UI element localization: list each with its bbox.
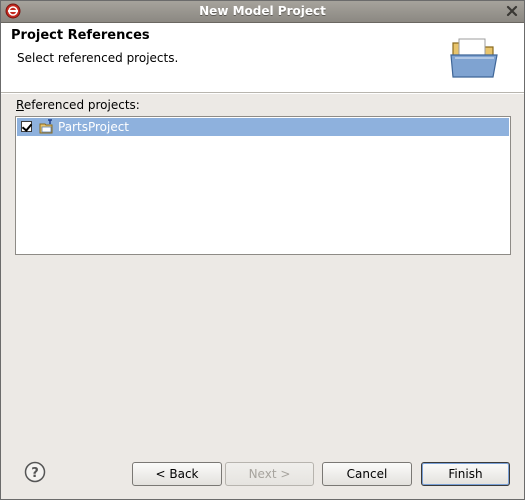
page-description: Select referenced projects. (17, 51, 179, 65)
close-icon[interactable] (504, 3, 520, 19)
title-bar: New Model Project (1, 1, 524, 23)
help-icon[interactable]: ? (24, 461, 46, 483)
wizard-header: Project References Select referenced pro… (1, 23, 524, 93)
dialog-window: New Model Project Project References Sel… (0, 0, 525, 500)
page-title: Project References (11, 28, 150, 43)
referenced-projects-label: Referenced projects: (16, 98, 140, 112)
model-project-icon (39, 119, 53, 134)
svg-text:?: ? (31, 466, 39, 481)
window-title: New Model Project (199, 4, 326, 18)
back-button[interactable]: < Back (132, 462, 222, 486)
project-checkbox[interactable] (21, 121, 32, 132)
project-list[interactable]: PartsProject (15, 116, 511, 255)
project-name: PartsProject (58, 120, 129, 134)
cancel-button[interactable]: Cancel (322, 462, 412, 486)
list-item[interactable]: PartsProject (17, 118, 509, 136)
folder-icon (450, 38, 498, 78)
next-button[interactable]: Next > (225, 462, 314, 486)
finish-button[interactable]: Finish (421, 462, 510, 486)
header-separator (1, 93, 524, 94)
